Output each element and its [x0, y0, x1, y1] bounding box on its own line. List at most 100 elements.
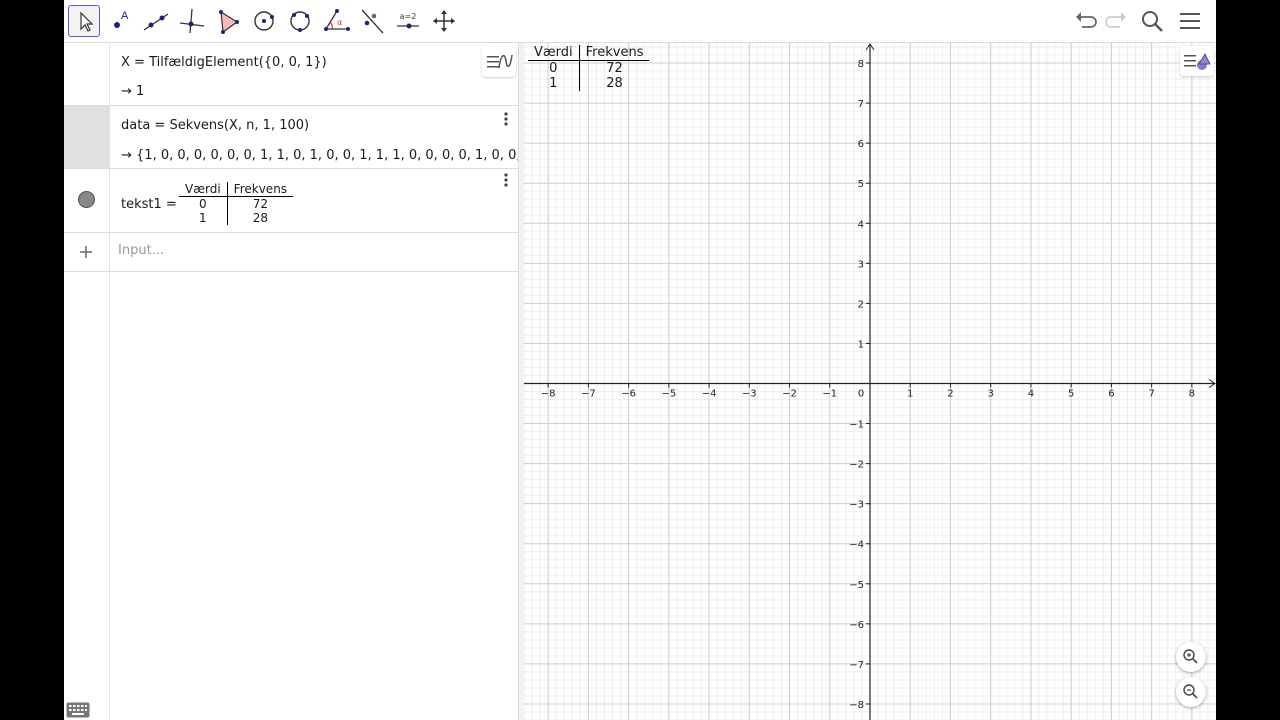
line-tool-button[interactable] [140, 5, 172, 37]
x-tick-label: 8 [1189, 389, 1195, 400]
table-cell: 0 [528, 60, 580, 76]
y-tick-label: 4 [858, 219, 864, 230]
point-tool-button[interactable]: A [104, 5, 136, 37]
point-tool-label: A [121, 10, 129, 22]
circle-center-point-icon [254, 11, 274, 31]
x-tick-label: 5 [1068, 389, 1074, 400]
x-tick-label: −6 [621, 389, 636, 400]
x-tick-label: 7 [1148, 389, 1154, 400]
x-tick-label: −8 [541, 389, 556, 400]
x-tick-label: 3 [988, 389, 994, 400]
x-tick-label: −2 [782, 389, 797, 400]
table-cell: 28 [606, 76, 623, 91]
algebra-label-tekst1[interactable]: tekst1 = [121, 197, 177, 212]
y-tick-label: −5 [849, 580, 864, 591]
redo-icon [1105, 12, 1126, 28]
toolbar: A α a=2 [64, 0, 1216, 43]
undo-button[interactable] [1070, 5, 1102, 37]
polygon-tool-button[interactable] [212, 5, 244, 37]
slider-icon: a=2 [397, 12, 419, 29]
line-icon [143, 13, 169, 31]
y-tick-label: 1 [858, 339, 864, 350]
table-cell: 72 [606, 61, 623, 76]
algebra-row-data[interactable]: data = Sekvens(X, n, 1, 100) → {1, 0, 0,… [64, 106, 518, 169]
menu-button[interactable] [1174, 5, 1206, 37]
zoom-out-button[interactable] [1176, 677, 1206, 707]
y-tick-label: 8 [858, 59, 864, 70]
coordinate-grid: −8 −7 −6 −5 −4 −3 −2 −1 0 1 2 3 4 5 6 7 887654321−1−2−3−… [524, 43, 1216, 720]
y-tick-label: 2 [858, 299, 864, 310]
angle-icon: α [324, 9, 350, 31]
table-header: Frekvens [227, 182, 294, 197]
keyboard-icon [66, 702, 90, 718]
reflect-line-icon [361, 9, 384, 34]
y-tick-label: 3 [858, 259, 864, 270]
circle-three-points-tool-button[interactable] [284, 5, 316, 37]
y-tick-label: −1 [849, 420, 864, 431]
graphics-frequency-table: Værdi Frekvens 0 72 1 28 [528, 45, 650, 91]
circle-center-tool-button[interactable] [248, 5, 280, 37]
table-cell: 72 [252, 197, 268, 211]
circle-three-points-icon [290, 11, 310, 32]
y-tick-label: −6 [849, 620, 864, 631]
table-header: Værdi [179, 182, 228, 197]
y-tick-label: −4 [849, 540, 864, 551]
search-button[interactable] [1136, 5, 1168, 37]
x-tick-label: −4 [702, 389, 717, 400]
undo-icon [1076, 12, 1097, 28]
algebra-output-x: → 1 [121, 84, 145, 99]
move-tool-button[interactable] [68, 5, 100, 37]
slider-tool-label: a=2 [400, 12, 417, 21]
geogebra-app: A α a=2 X = TilfældigElement({0, 0, 1}) … [64, 0, 1216, 720]
polygon-icon [219, 10, 239, 34]
table-cell: 28 [252, 211, 268, 225]
algebra-output-data: → {1, 0, 0, 0, 0, 0, 0, 1, 1, 0, 1, 0, 0… [121, 148, 518, 163]
x-tick-label: 0 [858, 389, 864, 400]
more-options-icon[interactable] [500, 171, 512, 189]
y-tick-label: −8 [849, 700, 864, 711]
zoom-in-icon [1183, 649, 1198, 664]
point-icon: A [114, 10, 129, 28]
table-header: Værdi [528, 45, 580, 61]
algebra-input-row[interactable]: Input... [64, 233, 518, 272]
graphics-style-button[interactable] [1180, 46, 1214, 76]
algebra-description-icon [487, 54, 513, 69]
angle-tool-button[interactable]: α [320, 5, 352, 37]
perpendicular-line-tool-button[interactable] [176, 5, 208, 37]
algebra-row-x[interactable]: X = TilfældigElement({0, 0, 1}) → 1 [64, 43, 518, 106]
x-tick-label: 1 [907, 389, 913, 400]
y-tick-label: −7 [849, 660, 864, 671]
x-tick-label: 4 [1028, 389, 1034, 400]
slider-tool-button[interactable]: a=2 [392, 5, 424, 37]
x-tick-label: 2 [947, 389, 953, 400]
algebra-input-data[interactable]: data = Sekvens(X, n, 1, 100) [121, 118, 309, 133]
y-tick-label: 6 [858, 139, 864, 150]
y-tick-label: 5 [858, 179, 864, 190]
graphics-style-icon [1184, 53, 1211, 70]
algebra-input-field[interactable]: Input... [118, 243, 164, 258]
algebra-frequency-table: Værdi Frekvens 0 72 1 28 [179, 182, 294, 225]
visibility-toggle[interactable] [78, 191, 95, 208]
algebra-view: X = TilfældigElement({0, 0, 1}) → 1 data… [64, 43, 518, 720]
table-cell: 0 [179, 196, 228, 211]
keyboard-toggle-button[interactable] [66, 702, 90, 718]
zoom-in-button[interactable] [1176, 642, 1206, 672]
reflect-tool-button[interactable] [356, 5, 388, 37]
algebra-input-x[interactable]: X = TilfældigElement({0, 0, 1}) [121, 55, 327, 70]
algebra-style-button[interactable] [482, 47, 516, 77]
x-tick-label: −5 [661, 389, 676, 400]
x-tick-label: 6 [1108, 389, 1114, 400]
plus-icon[interactable] [64, 233, 109, 271]
table-cell: 1 [179, 211, 228, 225]
zoom-out-icon [1183, 684, 1198, 699]
search-icon [1142, 11, 1163, 32]
cursor-arrow-icon [80, 11, 94, 32]
more-options-icon[interactable] [500, 110, 512, 128]
move-arrows-icon [433, 10, 455, 32]
svg-text:α: α [337, 18, 342, 27]
algebra-row-tekst1[interactable]: tekst1 = Værdi Frekvens 0 72 1 28 [64, 169, 518, 233]
move-graphics-tool-button[interactable] [428, 5, 460, 37]
graphics-view[interactable]: −8 −7 −6 −5 −4 −3 −2 −1 0 1 2 3 4 5 6 7 8 8 7 6 5 4 3 2 1 −1 −2 −3−… [524, 43, 1216, 720]
redo-button[interactable] [1100, 5, 1132, 37]
y-tick-label: −2 [849, 460, 864, 471]
